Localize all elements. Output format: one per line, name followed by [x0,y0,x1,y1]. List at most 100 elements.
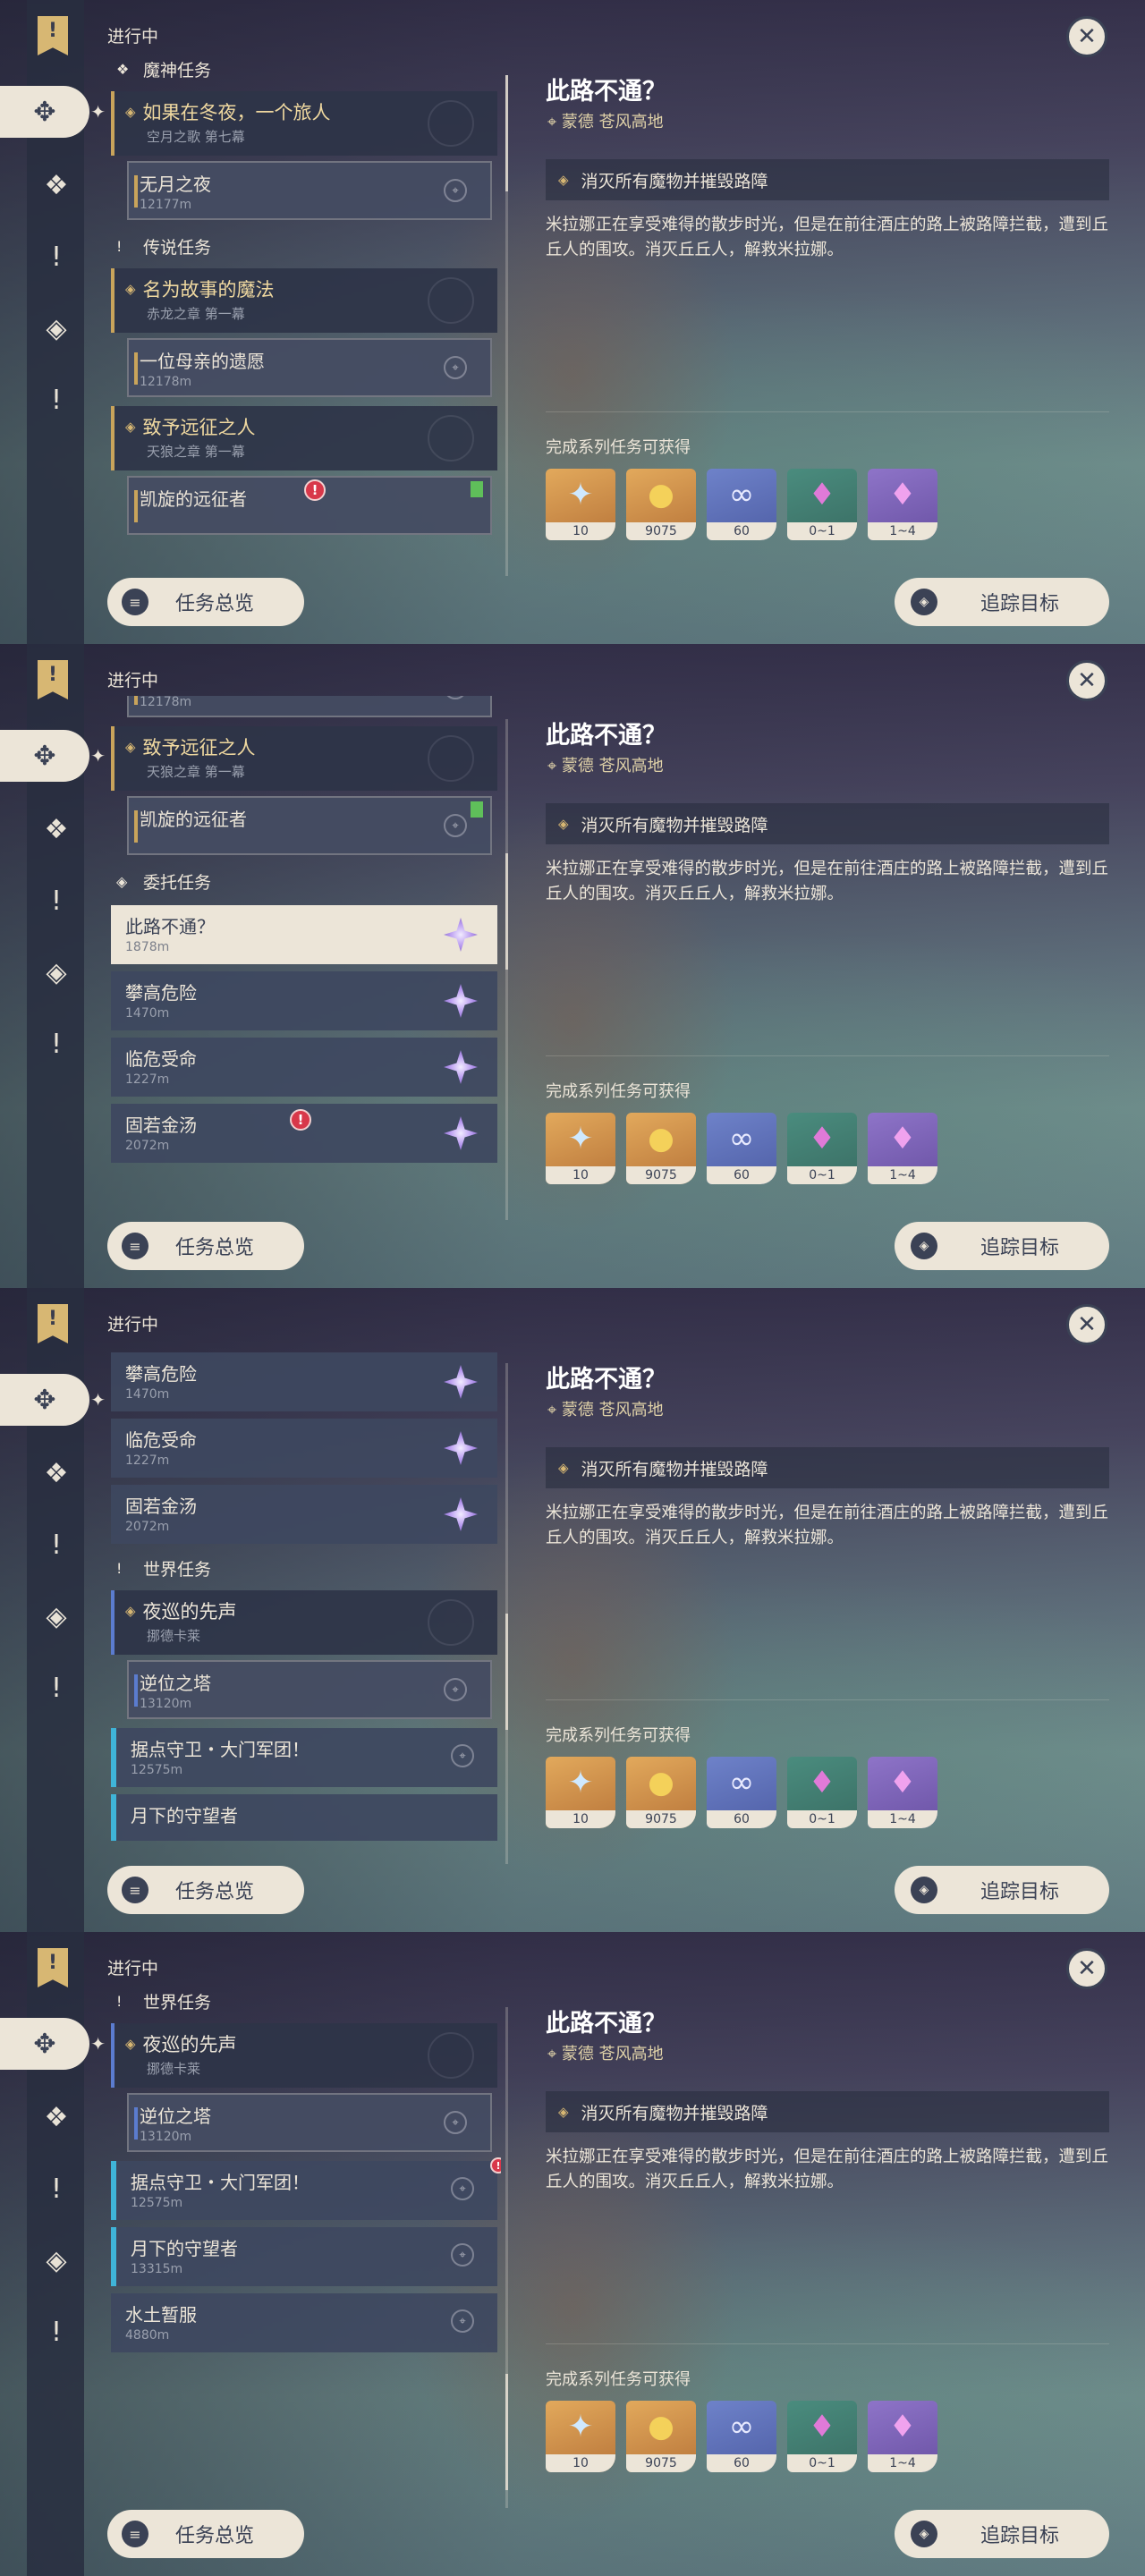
fate-reward[interactable]: ∞ 60 [707,469,776,540]
ore-reward[interactable]: ♦ 1~4 [868,2401,937,2472]
archon-quest-filter-icon[interactable]: ❖ [36,1453,77,1494]
world-quest-item[interactable]: 据点守卫・大门军团！ 12575m ⌖ [111,1728,497,1787]
primogem-reward[interactable]: ✦ 10 [546,1113,615,1184]
location-pin-icon[interactable]: ⌖ [451,2243,474,2267]
quest-item[interactable]: ◈ 致予远征之人 天狼之章 第一幕 [111,406,497,470]
close-button[interactable]: ✕ [1066,660,1107,701]
location-pin-icon[interactable]: ⌖ [451,1744,474,1767]
mora-reward[interactable]: ● 9075 [626,1113,696,1184]
quest-overview-button[interactable]: ≡ 任务总览 [107,2510,304,2558]
quest-item[interactable]: ◈ 名为故事的魔法 赤龙之章 第一幕 [111,268,497,333]
sub-quest-item[interactable]: 凯旋的远征者 ⌖ [127,796,492,855]
commission-filter-icon[interactable]: ◈ [36,952,77,993]
location-pin-icon[interactable]: ⌖ [444,814,467,837]
sub-quest-item[interactable]: 一位母亲的遗愿12178m ⌖ [127,338,492,397]
location-pin-icon[interactable]: ⌖ [444,2111,467,2134]
commission-filter-icon[interactable]: ◈ [36,308,77,349]
quest-overview-button[interactable]: ≡ 任务总览 [107,578,304,626]
ore-reward[interactable]: ♦ 1~4 [868,1113,937,1184]
mora-reward[interactable]: ● 9075 [626,2401,696,2472]
commission-item[interactable]: 临危受命 1227m [111,1038,497,1097]
commission-item[interactable]: 攀高危险 1470m [111,971,497,1030]
location-pin-icon[interactable]: ⌖ [444,356,467,379]
archon-quest-filter-icon[interactable]: ❖ [36,2097,77,2138]
sub-quest-item[interactable]: 凯旋的远征者 ! [127,476,492,535]
compass-icon[interactable]: ✥ [0,86,106,138]
track-objective-button[interactable]: ◈ 追踪目标 [895,578,1109,626]
quest-list[interactable]: ❖ 魔神任务 ◈ 如果在冬夜，一个旅人 空月之歌 第七幕 无月之夜 12177m ⌖ … [107,52,501,553]
world-quest-filter-icon[interactable]: ! [36,1023,77,1064]
world-quest-filter-icon[interactable]: ! [36,379,77,420]
world-quest-item[interactable]: 据点守卫・大门军团！ 12575m ⌖ ! [111,2157,501,2220]
fate-reward[interactable]: ∞ 60 [707,1757,776,1828]
commission-item-selected[interactable]: 此路不通？ 1878m [111,905,497,964]
green-flag-icon [471,481,483,497]
quest-item[interactable]: ◈ 夜巡的先声 挪德卡莱 [111,2023,497,2088]
archon-quest-filter-icon[interactable]: ❖ [36,165,77,206]
quest-list[interactable]: 攀高危险 1470m 临危受命 1227m 固若金汤 2072m ! 世界任务 ◈ 夜巡的… [107,1340,501,1841]
scrollbar[interactable] [505,1363,508,1864]
ore-reward[interactable]: ♦ 1~4 [868,469,937,540]
close-button[interactable]: ✕ [1066,16,1107,57]
quest-overview-button[interactable]: ≡ 任务总览 [107,1222,304,1270]
diamond-icon: ◈ [558,2104,569,2120]
legend-quest-filter-icon[interactable]: ! [36,2168,77,2209]
diamond-icon: ◈ [911,1233,937,1259]
scrollbar[interactable] [505,75,508,576]
location-pin-icon[interactable]: ⌖ [444,179,467,202]
commission-filter-icon[interactable]: ◈ [36,1596,77,1637]
compass-icon[interactable]: ✥ [0,1374,106,1426]
legend-quest-filter-icon[interactable]: ! [36,880,77,921]
fate-reward[interactable]: ∞ 60 [707,2401,776,2472]
world-quest-item[interactable]: 月下的守望者 [111,1794,497,1841]
sub-quest-item[interactable]: 一位母亲的遗愿12178m ⌖ [127,696,492,717]
mora-reward[interactable]: ● 9075 [626,469,696,540]
quest-item[interactable]: ◈ 如果在冬夜，一个旅人 空月之歌 第七幕 [111,91,497,156]
sub-quest-item[interactable]: 逆位之塔 13120m ⌖ [127,1660,492,1719]
exclamation-icon: ! [116,237,123,255]
world-quest-item[interactable]: 月下的守望者 13315m ⌖ [111,2227,497,2286]
ore-icon: ♦ [888,1121,917,1157]
quest-item[interactable]: ◈ 夜巡的先声 挪德卡莱 [111,1590,497,1655]
commission-item[interactable]: 固若金汤 2072m ! [111,1104,497,1163]
track-objective-button[interactable]: ◈ 追踪目标 [895,2510,1109,2558]
sub-quest-item[interactable]: 无月之夜 12177m ⌖ [127,161,492,220]
close-button[interactable]: ✕ [1066,1948,1107,1989]
crystal-reward[interactable]: ♦ 0~1 [787,1113,857,1184]
ore-reward[interactable]: ♦ 1~4 [868,1757,937,1828]
commission-filter-icon[interactable]: ◈ [36,2240,77,2281]
close-button[interactable]: ✕ [1066,1304,1107,1345]
world-quest-item[interactable]: 水土暂服 4880m ⌖ [111,2293,497,2352]
scrollbar[interactable] [505,2007,508,2508]
quest-list[interactable]: 一位母亲的遗愿12178m ⌖ ◈致予远征之人 天狼之章 第一幕 凯旋的远征者 … [107,696,501,1197]
fate-reward[interactable]: ∞ 60 [707,1113,776,1184]
compass-icon[interactable]: ✥ [0,2018,106,2070]
commission-item[interactable]: 固若金汤 2072m [111,1485,497,1544]
legend-quest-filter-icon[interactable]: ! [36,236,77,277]
crystal-reward[interactable]: ♦ 0~1 [787,2401,857,2472]
sub-quest-item[interactable]: 逆位之塔 13120m ⌖ [127,2093,492,2152]
commission-item[interactable]: 攀高危险 1470m [111,1352,497,1411]
location-pin-icon[interactable]: ⌖ [451,2177,474,2200]
legend-quest-filter-icon[interactable]: ! [36,1524,77,1565]
archon-quest-filter-icon[interactable]: ❖ [36,809,77,850]
primogem-reward[interactable]: ✦ 10 [546,1757,615,1828]
location-pin-icon[interactable]: ⌖ [444,1678,467,1701]
diamond-icon: ◈ [125,104,136,120]
primogem-reward[interactable]: ✦ 10 [546,2401,615,2472]
commission-item[interactable]: 临危受命 1227m [111,1419,497,1478]
world-quest-filter-icon[interactable]: ! [36,2311,77,2352]
crystal-reward[interactable]: ♦ 0~1 [787,469,857,540]
world-quest-filter-icon[interactable]: ! [36,1667,77,1708]
location-pin-icon[interactable]: ⌖ [451,2309,474,2333]
primogem-reward[interactable]: ✦ 10 [546,469,615,540]
quest-list[interactable]: ! 世界任务 ◈ 夜巡的先声 挪德卡莱 逆位之塔 13120m ⌖ 据点守卫・大门军团… [107,1984,501,2485]
scrollbar[interactable] [505,719,508,1220]
compass-icon[interactable]: ✥ [0,730,106,782]
quest-item[interactable]: ◈ 致予远征之人 天狼之章 第一幕 [111,726,497,791]
crystal-reward[interactable]: ♦ 0~1 [787,1757,857,1828]
quest-overview-button[interactable]: ≡ 任务总览 [107,1866,304,1914]
track-objective-button[interactable]: ◈ 追踪目标 [895,1866,1109,1914]
track-objective-button[interactable]: ◈ 追踪目标 [895,1222,1109,1270]
mora-reward[interactable]: ● 9075 [626,1757,696,1828]
